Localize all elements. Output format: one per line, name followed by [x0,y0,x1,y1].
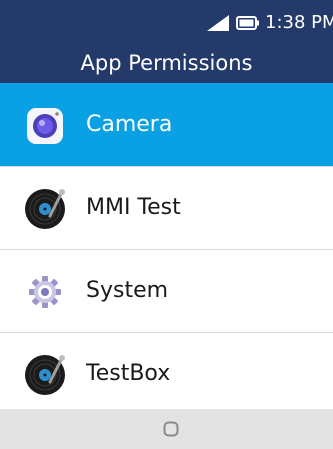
page-title: App Permissions [80,51,253,75]
list-item-label: System [86,278,169,303]
list-item-label: MMI Test [86,195,181,220]
camera-icon [27,108,63,144]
gear-icon [29,276,61,308]
list-item-mmi-test[interactable]: MMI Test [0,166,333,249]
home-icon[interactable] [163,421,179,437]
list-item-label: TestBox [86,361,171,386]
signal-icon [207,15,229,31]
list-item-testbox[interactable]: TestBox [0,332,333,415]
status-bar: 1:38 PM [0,0,333,40]
vinyl-record-icon [25,355,65,395]
list-item-camera[interactable]: Camera [0,83,333,166]
list-item-label: Camera [86,112,173,137]
app-header: 1:38 PM App Permissions [0,0,333,83]
navigation-bar [0,409,333,449]
vinyl-record-icon [25,189,65,229]
app-list: Camera MMI Test System TestBox [0,83,333,415]
battery-icon [236,16,259,30]
list-item-system[interactable]: System [0,249,333,332]
status-time: 1:38 PM [265,12,333,33]
